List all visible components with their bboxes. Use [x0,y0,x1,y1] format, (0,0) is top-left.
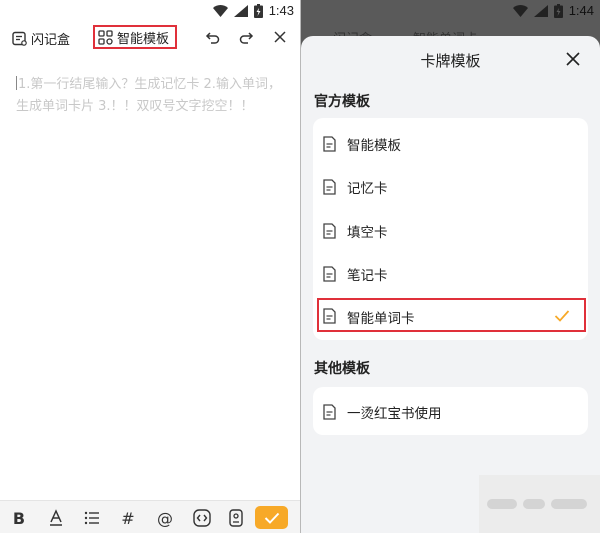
other-templates-card: 一烫红宝书使用 [313,387,588,435]
other-templates-heading: 其他模板 [314,361,370,377]
redo-icon[interactable] [238,29,254,45]
sheet-title: 卡牌模板 [420,52,481,70]
bullet-list-icon[interactable] [82,508,102,528]
document-icon [323,404,336,420]
template-item-cloze-card[interactable]: 填空卡 [313,209,588,252]
editor-input[interactable]: 1.第一行结尾输入？生成记忆卡 2.输入单词，生成单词卡片 3.！！双叹号文字挖… [16,74,288,118]
template-item-label: 记忆卡 [347,181,388,197]
hashtag-button[interactable]: # [118,508,138,528]
status-bar: 1:43 [0,0,300,22]
template-grid-icon [98,29,113,45]
editor-placeholder-text: 1.第一行结尾输入？生成记忆卡 2.输入单词，生成单词卡片 3.！！双叹号文字挖… [16,77,281,114]
template-item-label: 一烫红宝书使用 [347,406,442,422]
document-icon [323,136,336,152]
document-icon [323,179,336,195]
template-item-memory-card[interactable]: 记忆卡 [313,165,588,208]
status-time: 1:43 [268,3,294,18]
battery-icon [553,3,563,18]
memory-box-label: 闪记盒 [31,32,71,48]
template-item-red-book[interactable]: 一烫红宝书使用 [313,390,588,433]
template-picker-screen: 1:44 闪记盒 智能单词卡 卡牌模板 官方模板 智能模板 记忆卡 填空卡 [301,0,600,533]
wifi-icon [212,4,228,17]
close-icon[interactable] [272,29,288,45]
template-sheet: 卡牌模板 官方模板 智能模板 记忆卡 填空卡 笔记卡 智能单词卡 其他模板 一烫… [301,36,600,533]
mention-button[interactable]: @ [155,508,175,528]
official-templates-card: 智能模板 记忆卡 填空卡 笔记卡 智能单词卡 [313,118,588,340]
battery-icon [253,3,263,18]
card-image-icon[interactable] [226,508,246,528]
wifi-icon [512,4,528,17]
status-bar: 1:44 [512,3,594,18]
status-time: 1:44 [568,3,594,18]
check-icon [264,512,279,524]
document-icon [323,308,336,324]
code-block-icon[interactable] [192,508,212,528]
official-templates-heading: 官方模板 [314,94,370,110]
template-item-note-card[interactable]: 笔记卡 [313,252,588,295]
document-icon [323,266,336,282]
template-item-label: 笔记卡 [347,268,388,284]
template-item-smart[interactable]: 智能模板 [313,122,588,165]
sheet-close-icon[interactable] [566,52,580,66]
selected-check-icon [554,310,570,322]
memory-box-button[interactable]: 闪记盒 [12,27,70,49]
template-item-label: 填空卡 [347,225,388,241]
confirm-button[interactable] [255,506,288,529]
bold-button[interactable]: B [9,508,29,528]
text-color-icon[interactable] [46,508,66,528]
smart-template-label: 智能模板 [117,31,170,47]
text-cursor [16,76,17,90]
blurred-watermark [479,475,600,533]
editor-toolbar: 闪记盒 智能模板 [0,24,300,54]
format-toolbar: B # @ [0,500,300,533]
template-item-label: 智能模板 [347,138,401,154]
signal-icon [233,4,248,17]
memory-box-icon [12,31,27,46]
undo-icon[interactable] [205,29,221,45]
signal-icon [533,4,548,17]
document-icon [323,223,336,239]
smart-template-button[interactable]: 智能模板 [93,25,178,49]
editor-screen: 1:43 闪记盒 智能模板 1.第一行结尾输入？生成记忆卡 2.输入单词，生成单… [0,0,300,533]
template-item-smart-word-card[interactable]: 智能单词卡 [317,298,586,332]
template-item-label: 智能单词卡 [347,311,415,327]
